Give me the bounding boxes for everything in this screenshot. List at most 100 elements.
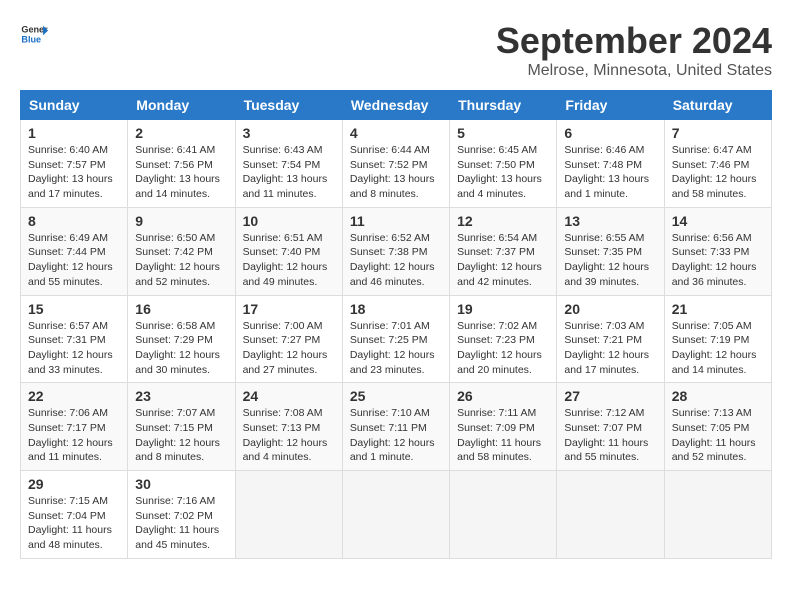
calendar-week-3: 15 Sunrise: 6:57 AMSunset: 7:31 PMDaylig… <box>21 295 772 383</box>
weekday-header-saturday: Saturday <box>664 91 771 120</box>
day-number: 21 <box>672 301 764 317</box>
day-info: Sunrise: 7:11 AMSunset: 7:09 PMDaylight:… <box>457 407 541 463</box>
day-info: Sunrise: 7:01 AMSunset: 7:25 PMDaylight:… <box>350 320 435 376</box>
calendar-cell: 1 Sunrise: 6:40 AMSunset: 7:57 PMDayligh… <box>21 120 128 208</box>
day-info: Sunrise: 6:55 AMSunset: 7:35 PMDaylight:… <box>564 232 649 288</box>
calendar-cell: 26 Sunrise: 7:11 AMSunset: 7:09 PMDaylig… <box>450 383 557 471</box>
calendar-cell: 15 Sunrise: 6:57 AMSunset: 7:31 PMDaylig… <box>21 295 128 383</box>
day-info: Sunrise: 6:41 AMSunset: 7:56 PMDaylight:… <box>135 144 220 200</box>
calendar-cell: 10 Sunrise: 6:51 AMSunset: 7:40 PMDaylig… <box>235 207 342 295</box>
day-number: 19 <box>457 301 549 317</box>
weekday-header-thursday: Thursday <box>450 91 557 120</box>
calendar-cell: 16 Sunrise: 6:58 AMSunset: 7:29 PMDaylig… <box>128 295 235 383</box>
day-info: Sunrise: 6:54 AMSunset: 7:37 PMDaylight:… <box>457 232 542 288</box>
day-info: Sunrise: 6:43 AMSunset: 7:54 PMDaylight:… <box>243 144 328 200</box>
day-number: 8 <box>28 213 120 229</box>
day-number: 30 <box>135 476 227 492</box>
day-info: Sunrise: 6:49 AMSunset: 7:44 PMDaylight:… <box>28 232 113 288</box>
day-info: Sunrise: 6:52 AMSunset: 7:38 PMDaylight:… <box>350 232 435 288</box>
day-number: 7 <box>672 125 764 141</box>
calendar-cell: 21 Sunrise: 7:05 AMSunset: 7:19 PMDaylig… <box>664 295 771 383</box>
day-number: 26 <box>457 388 549 404</box>
day-number: 27 <box>564 388 656 404</box>
day-info: Sunrise: 7:02 AMSunset: 7:23 PMDaylight:… <box>457 320 542 376</box>
day-number: 23 <box>135 388 227 404</box>
day-number: 12 <box>457 213 549 229</box>
day-number: 20 <box>564 301 656 317</box>
calendar-week-4: 22 Sunrise: 7:06 AMSunset: 7:17 PMDaylig… <box>21 383 772 471</box>
day-info: Sunrise: 6:51 AMSunset: 7:40 PMDaylight:… <box>243 232 328 288</box>
calendar-cell: 30 Sunrise: 7:16 AMSunset: 7:02 PMDaylig… <box>128 471 235 559</box>
day-info: Sunrise: 7:06 AMSunset: 7:17 PMDaylight:… <box>28 407 113 463</box>
calendar-cell: 5 Sunrise: 6:45 AMSunset: 7:50 PMDayligh… <box>450 120 557 208</box>
day-info: Sunrise: 6:57 AMSunset: 7:31 PMDaylight:… <box>28 320 113 376</box>
calendar-cell <box>557 471 664 559</box>
day-info: Sunrise: 6:40 AMSunset: 7:57 PMDaylight:… <box>28 144 113 200</box>
weekday-header-tuesday: Tuesday <box>235 91 342 120</box>
svg-text:Blue: Blue <box>21 34 41 44</box>
calendar-cell: 25 Sunrise: 7:10 AMSunset: 7:11 PMDaylig… <box>342 383 449 471</box>
day-number: 10 <box>243 213 335 229</box>
day-number: 24 <box>243 388 335 404</box>
weekday-header-row: SundayMondayTuesdayWednesdayThursdayFrid… <box>21 91 772 120</box>
day-info: Sunrise: 7:03 AMSunset: 7:21 PMDaylight:… <box>564 320 649 376</box>
calendar-cell: 3 Sunrise: 6:43 AMSunset: 7:54 PMDayligh… <box>235 120 342 208</box>
weekday-header-monday: Monday <box>128 91 235 120</box>
day-number: 5 <box>457 125 549 141</box>
day-number: 3 <box>243 125 335 141</box>
calendar-cell: 13 Sunrise: 6:55 AMSunset: 7:35 PMDaylig… <box>557 207 664 295</box>
day-number: 16 <box>135 301 227 317</box>
day-info: Sunrise: 6:58 AMSunset: 7:29 PMDaylight:… <box>135 320 220 376</box>
weekday-header-sunday: Sunday <box>21 91 128 120</box>
calendar-cell: 9 Sunrise: 6:50 AMSunset: 7:42 PMDayligh… <box>128 207 235 295</box>
day-info: Sunrise: 7:12 AMSunset: 7:07 PMDaylight:… <box>564 407 648 463</box>
calendar-cell: 8 Sunrise: 6:49 AMSunset: 7:44 PMDayligh… <box>21 207 128 295</box>
day-number: 25 <box>350 388 442 404</box>
calendar-cell: 20 Sunrise: 7:03 AMSunset: 7:21 PMDaylig… <box>557 295 664 383</box>
calendar-table: SundayMondayTuesdayWednesdayThursdayFrid… <box>20 90 772 559</box>
calendar-cell <box>450 471 557 559</box>
day-info: Sunrise: 7:10 AMSunset: 7:11 PMDaylight:… <box>350 407 435 463</box>
calendar-cell: 27 Sunrise: 7:12 AMSunset: 7:07 PMDaylig… <box>557 383 664 471</box>
day-number: 14 <box>672 213 764 229</box>
day-number: 15 <box>28 301 120 317</box>
calendar-cell <box>664 471 771 559</box>
day-info: Sunrise: 6:46 AMSunset: 7:48 PMDaylight:… <box>564 144 649 200</box>
day-number: 9 <box>135 213 227 229</box>
day-info: Sunrise: 6:47 AMSunset: 7:46 PMDaylight:… <box>672 144 757 200</box>
day-number: 2 <box>135 125 227 141</box>
logo: General Blue <box>20 20 48 48</box>
calendar-cell: 19 Sunrise: 7:02 AMSunset: 7:23 PMDaylig… <box>450 295 557 383</box>
day-number: 22 <box>28 388 120 404</box>
calendar-cell: 12 Sunrise: 6:54 AMSunset: 7:37 PMDaylig… <box>450 207 557 295</box>
day-info: Sunrise: 6:50 AMSunset: 7:42 PMDaylight:… <box>135 232 220 288</box>
title-area: September 2024 Melrose, Minnesota, Unite… <box>496 20 772 80</box>
day-number: 11 <box>350 213 442 229</box>
calendar-cell: 7 Sunrise: 6:47 AMSunset: 7:46 PMDayligh… <box>664 120 771 208</box>
day-number: 29 <box>28 476 120 492</box>
calendar-title: September 2024 <box>496 20 772 62</box>
day-number: 1 <box>28 125 120 141</box>
day-number: 18 <box>350 301 442 317</box>
day-info: Sunrise: 7:07 AMSunset: 7:15 PMDaylight:… <box>135 407 220 463</box>
calendar-cell <box>342 471 449 559</box>
day-info: Sunrise: 7:15 AMSunset: 7:04 PMDaylight:… <box>28 495 112 551</box>
day-number: 4 <box>350 125 442 141</box>
weekday-header-wednesday: Wednesday <box>342 91 449 120</box>
calendar-cell: 18 Sunrise: 7:01 AMSunset: 7:25 PMDaylig… <box>342 295 449 383</box>
calendar-week-5: 29 Sunrise: 7:15 AMSunset: 7:04 PMDaylig… <box>21 471 772 559</box>
calendar-cell <box>235 471 342 559</box>
calendar-subtitle: Melrose, Minnesota, United States <box>496 62 772 80</box>
day-info: Sunrise: 7:08 AMSunset: 7:13 PMDaylight:… <box>243 407 328 463</box>
calendar-cell: 4 Sunrise: 6:44 AMSunset: 7:52 PMDayligh… <box>342 120 449 208</box>
logo-icon: General Blue <box>20 20 48 48</box>
calendar-cell: 11 Sunrise: 6:52 AMSunset: 7:38 PMDaylig… <box>342 207 449 295</box>
calendar-cell: 17 Sunrise: 7:00 AMSunset: 7:27 PMDaylig… <box>235 295 342 383</box>
day-info: Sunrise: 6:44 AMSunset: 7:52 PMDaylight:… <box>350 144 435 200</box>
day-number: 13 <box>564 213 656 229</box>
calendar-cell: 28 Sunrise: 7:13 AMSunset: 7:05 PMDaylig… <box>664 383 771 471</box>
calendar-cell: 22 Sunrise: 7:06 AMSunset: 7:17 PMDaylig… <box>21 383 128 471</box>
day-info: Sunrise: 7:05 AMSunset: 7:19 PMDaylight:… <box>672 320 757 376</box>
day-info: Sunrise: 7:13 AMSunset: 7:05 PMDaylight:… <box>672 407 756 463</box>
calendar-cell: 2 Sunrise: 6:41 AMSunset: 7:56 PMDayligh… <box>128 120 235 208</box>
